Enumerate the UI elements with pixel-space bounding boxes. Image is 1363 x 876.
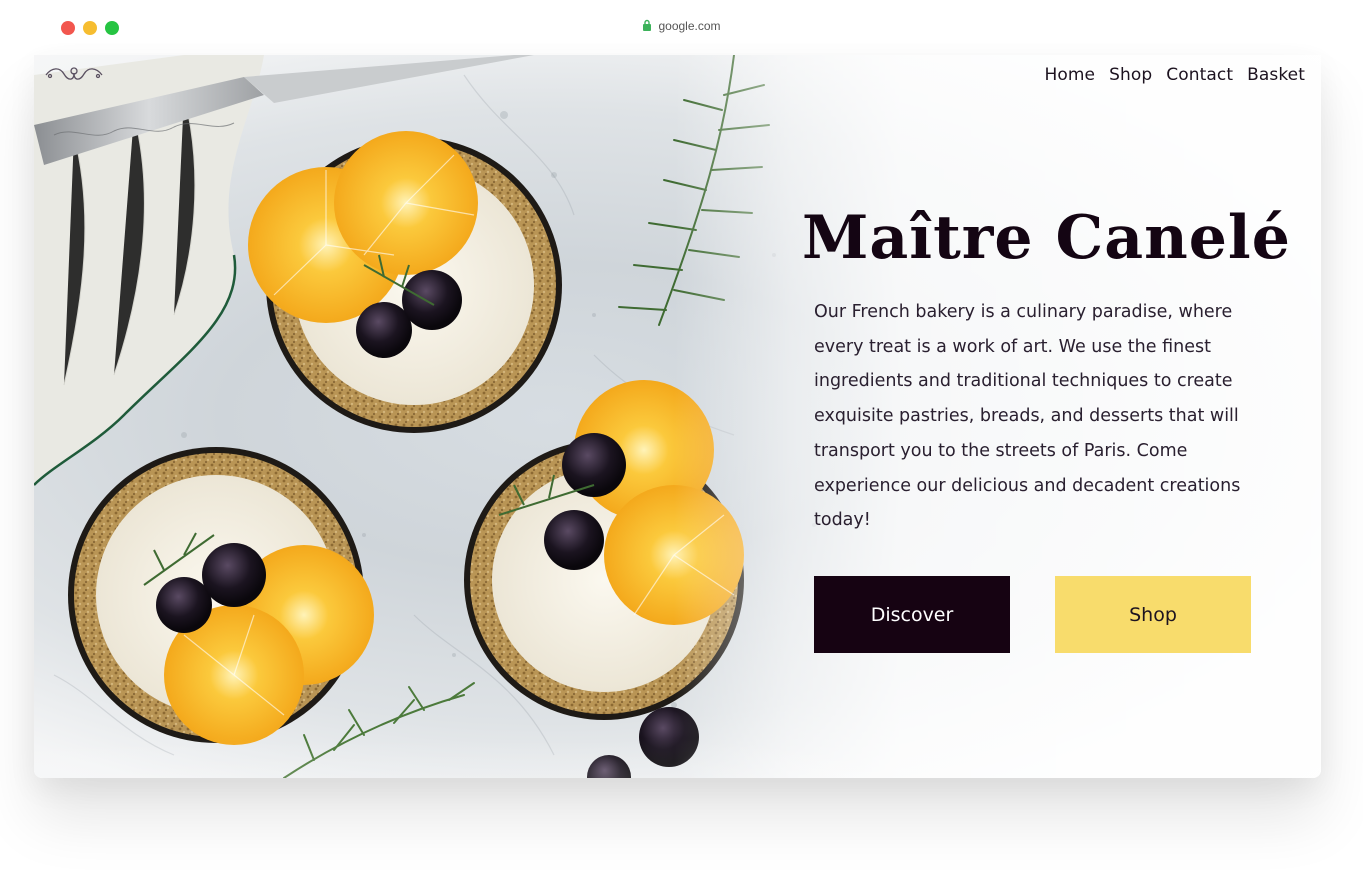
nav-home-link[interactable]: Home — [1044, 65, 1095, 85]
bottom-fade — [34, 738, 1321, 778]
nav-basket-link[interactable]: Basket — [1247, 65, 1305, 85]
shop-button[interactable]: Shop — [1055, 576, 1251, 653]
main-navigation: Home Shop Contact Basket — [1044, 65, 1305, 85]
logo-ornament-icon[interactable] — [44, 63, 104, 89]
nav-contact-link[interactable]: Contact — [1166, 65, 1233, 85]
lock-icon — [642, 19, 652, 34]
web-page: Home Shop Contact Basket Maître Canelé O… — [34, 55, 1321, 778]
browser-chrome: google.com — [0, 0, 1363, 55]
discover-button[interactable]: Discover — [814, 576, 1010, 653]
hero-description: Our French bakery is a culinary paradise… — [814, 302, 1241, 531]
nav-shop-link[interactable]: Shop — [1109, 65, 1152, 85]
address-bar[interactable]: google.com — [0, 19, 1363, 34]
url-text: google.com — [658, 19, 721, 33]
hero-title: Maître Canelé — [802, 203, 1291, 273]
